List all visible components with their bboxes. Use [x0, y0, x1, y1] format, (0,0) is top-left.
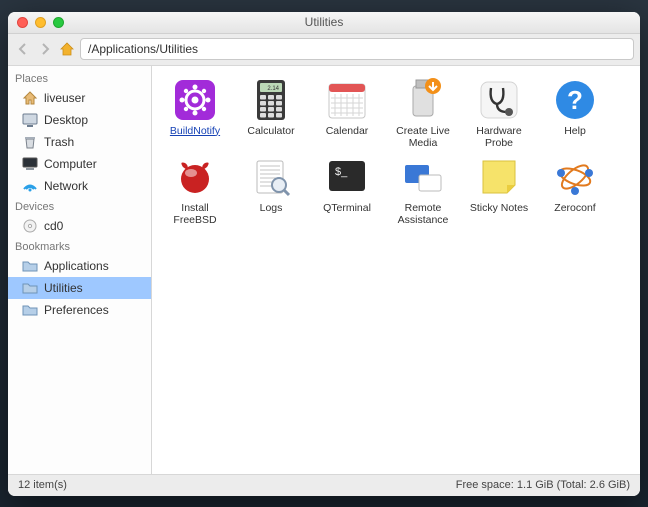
app-item-buildnotify[interactable]: BuildNotify: [158, 76, 232, 149]
disc-icon: [22, 218, 38, 234]
sidebar-item-applications[interactable]: Applications: [8, 255, 151, 277]
home-icon: [59, 41, 75, 57]
toolbar: [8, 34, 640, 66]
remote-icon: [401, 155, 445, 199]
calendar-icon: [325, 78, 369, 122]
app-item-label: Create Live Media: [387, 125, 459, 149]
gear-purple-icon: [173, 78, 217, 122]
sidebar-item-label: liveuser: [44, 91, 85, 105]
app-item-hardware-probe[interactable]: Hardware Probe: [462, 76, 536, 149]
sidebar-item-label: Computer: [44, 157, 97, 171]
status-item-count: 12 item(s): [18, 479, 67, 491]
app-item-calculator[interactable]: 2.14 Calculator: [234, 76, 308, 149]
folder-icon: [22, 280, 38, 296]
home-button[interactable]: [58, 40, 76, 58]
usb-orange-icon: [401, 78, 445, 122]
stethoscope-icon: [477, 78, 521, 122]
folder-icon: [22, 302, 38, 318]
file-manager-window: Utilities Places liveuser Desktop Trash Comp…: [8, 12, 640, 496]
app-item-sticky-notes[interactable]: Sticky Notes: [462, 153, 536, 226]
terminal-icon: $_: [325, 155, 369, 199]
freebsd-icon: [173, 155, 217, 199]
sidebar-section-header: Devices: [8, 197, 151, 215]
sidebar-item-desktop[interactable]: Desktop: [8, 109, 151, 131]
calculator-icon: 2.14: [249, 78, 293, 122]
forward-button[interactable]: [36, 40, 54, 58]
arrow-left-icon: [16, 42, 30, 56]
sidebar-item-label: cd0: [44, 219, 63, 233]
main-view[interactable]: BuildNotify 2.14 Calculator Calendar Create …: [152, 66, 640, 474]
app-item-label: Zeroconf: [552, 202, 597, 214]
path-input[interactable]: [80, 38, 634, 60]
sidebar-item-label: Network: [44, 179, 88, 193]
app-item-logs[interactable]: Logs: [234, 153, 308, 226]
sidebar-item-utilities[interactable]: Utilities: [8, 277, 151, 299]
sidebar-item-cd0[interactable]: cd0: [8, 215, 151, 237]
app-item-label: Install FreeBSD: [159, 202, 231, 226]
app-item-zeroconf[interactable]: Zeroconf: [538, 153, 612, 226]
logs-icon: [249, 155, 293, 199]
app-item-qterminal[interactable]: $_ QTerminal: [310, 153, 384, 226]
app-item-calendar[interactable]: Calendar: [310, 76, 384, 149]
sidebar-item-label: Applications: [44, 259, 109, 273]
app-item-label: Help: [562, 125, 588, 137]
svg-text:2.14: 2.14: [267, 86, 279, 92]
desktop-icon: [22, 112, 38, 128]
app-item-label: Sticky Notes: [468, 202, 530, 214]
app-item-install-freebsd[interactable]: Install FreeBSD: [158, 153, 232, 226]
titlebar[interactable]: Utilities: [8, 12, 640, 34]
network-icon: [22, 178, 38, 194]
sidebar-section-header: Places: [8, 69, 151, 87]
app-item-label: Calendar: [324, 125, 371, 137]
sidebar-item-liveuser[interactable]: liveuser: [8, 87, 151, 109]
app-item-label: Remote Assistance: [387, 202, 459, 226]
status-bar: 12 item(s) Free space: 1.1 GiB (Total: 2…: [8, 474, 640, 496]
sidebar-item-preferences[interactable]: Preferences: [8, 299, 151, 321]
sidebar-item-label: Utilities: [44, 281, 83, 295]
status-free-space: Free space: 1.1 GiB (Total: 2.6 GiB): [456, 479, 630, 491]
app-item-label: BuildNotify: [168, 125, 222, 137]
icon-grid: BuildNotify 2.14 Calculator Calendar Create …: [158, 76, 634, 226]
sidebar-item-label: Preferences: [44, 303, 109, 317]
computer-icon: [22, 156, 38, 172]
home-icon: [22, 90, 38, 106]
app-item-create-live-media[interactable]: Create Live Media: [386, 76, 460, 149]
sidebar-section-header: Bookmarks: [8, 237, 151, 255]
sidebar-item-trash[interactable]: Trash: [8, 131, 151, 153]
sidebar-item-label: Trash: [44, 135, 74, 149]
svg-text:?: ?: [567, 85, 583, 115]
zeroconf-icon: [553, 155, 597, 199]
folder-icon: [22, 258, 38, 274]
app-item-help[interactable]: ? Help: [538, 76, 612, 149]
sidebar-item-label: Desktop: [44, 113, 88, 127]
sticky-icon: [477, 155, 521, 199]
svg-text:$_: $_: [335, 166, 348, 178]
sidebar-item-computer[interactable]: Computer: [8, 153, 151, 175]
app-item-label: Logs: [258, 202, 285, 214]
help-icon: ?: [553, 78, 597, 122]
trash-icon: [22, 134, 38, 150]
app-item-label: Calculator: [245, 125, 296, 137]
arrow-right-icon: [38, 42, 52, 56]
app-item-remote-assistance[interactable]: Remote Assistance: [386, 153, 460, 226]
app-item-label: Hardware Probe: [463, 125, 535, 149]
sidebar: Places liveuser Desktop Trash Computer Networ…: [8, 66, 152, 474]
app-item-label: QTerminal: [321, 202, 373, 214]
back-button[interactable]: [14, 40, 32, 58]
sidebar-item-network[interactable]: Network: [8, 175, 151, 197]
window-title: Utilities: [8, 15, 640, 29]
